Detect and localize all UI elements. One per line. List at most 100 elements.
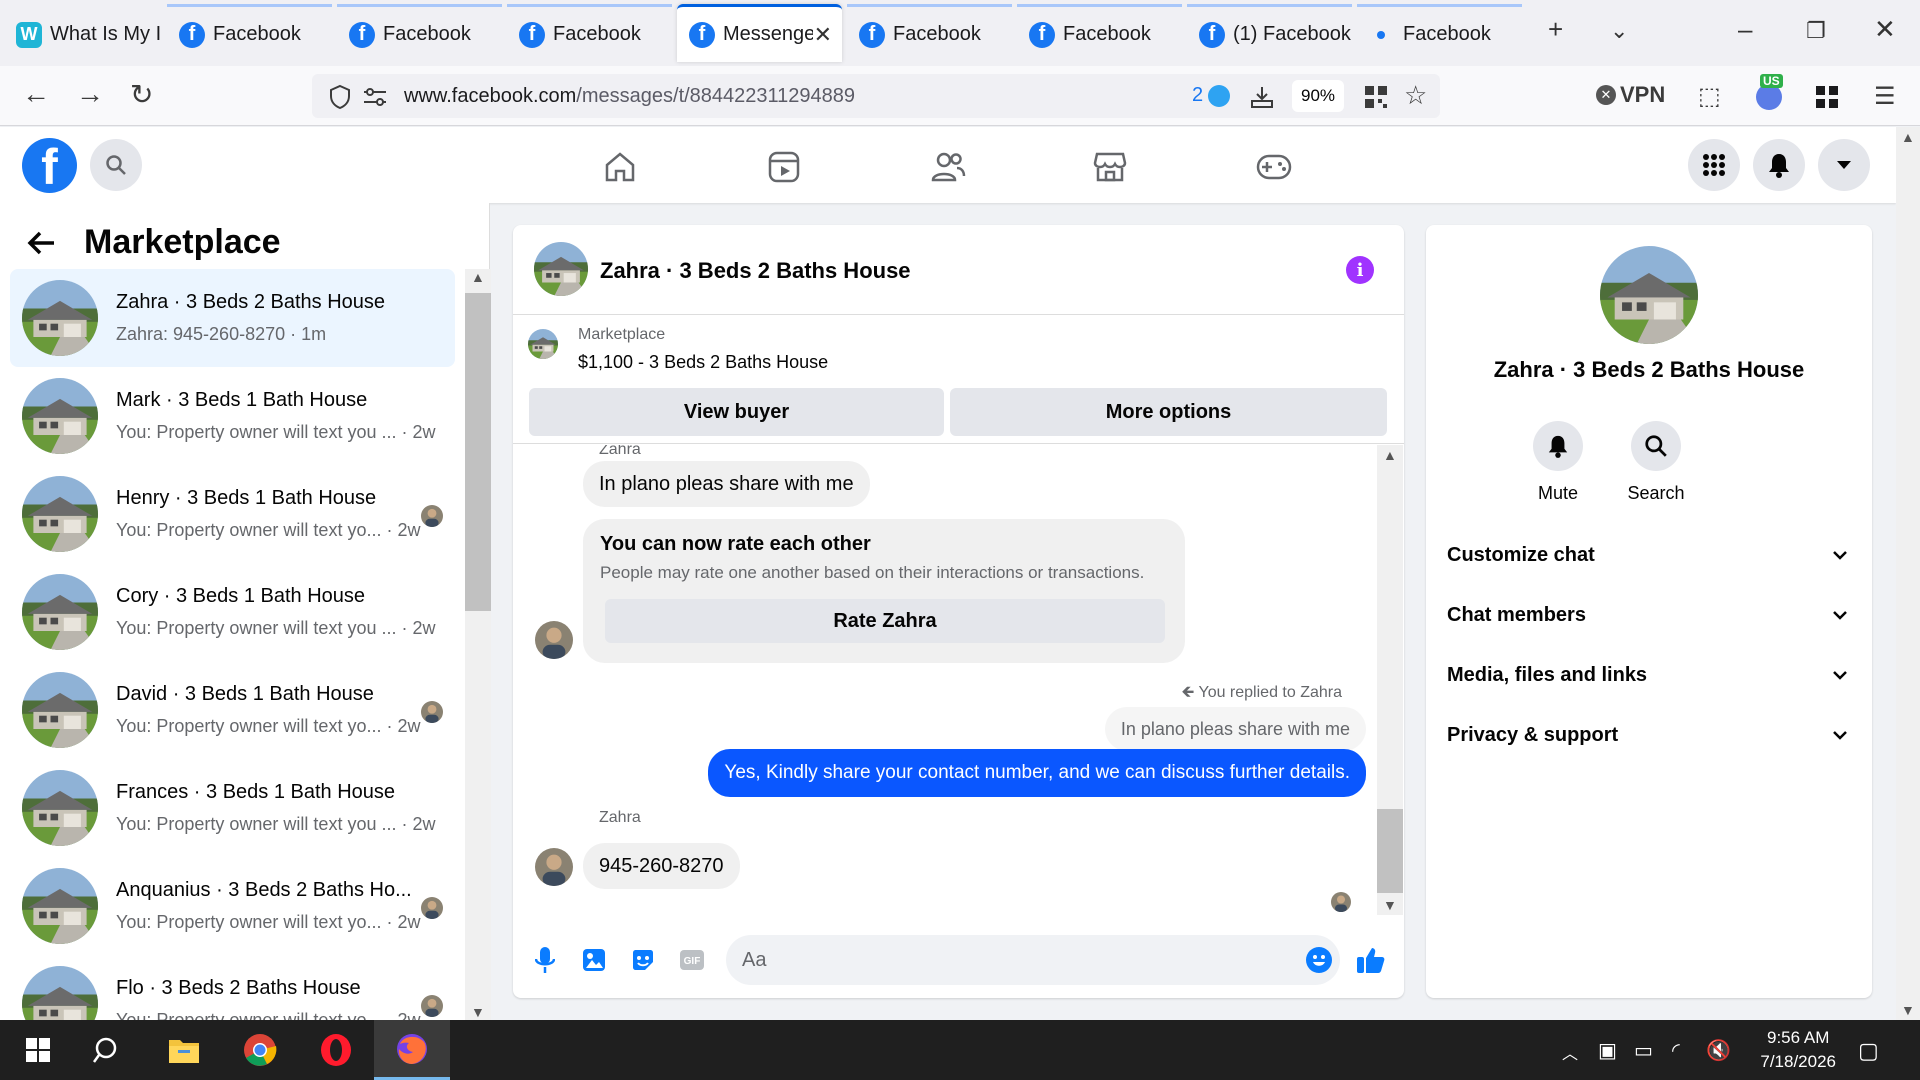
tracker-blocker-icon[interactable] (1208, 85, 1230, 107)
opera-button[interactable] (298, 1020, 374, 1080)
zoom-level-button[interactable]: 90% (1292, 80, 1344, 112)
gaming-nav-icon[interactable] (1254, 147, 1294, 187)
start-button[interactable] (0, 1020, 76, 1080)
notifications-button[interactable] (1753, 139, 1805, 191)
info-icon[interactable]: i (1346, 256, 1374, 284)
minimize-icon[interactable]: – (1738, 14, 1752, 45)
tab-list-chevron-icon[interactable]: ⌄ (1610, 18, 1628, 44)
mute-button[interactable]: Mute (1518, 421, 1598, 504)
browser-tab[interactable]: f Facebook (1017, 4, 1182, 62)
message-input[interactable] (726, 935, 1340, 985)
video-nav-icon[interactable] (764, 147, 804, 187)
page-scrollbar[interactable]: ▲ ▼ (1896, 127, 1920, 1020)
rate-button[interactable]: Rate Zahra (605, 599, 1165, 643)
close-window-icon[interactable]: ✕ (1874, 14, 1896, 45)
tray-display-icon[interactable]: ▣ (1598, 1038, 1617, 1063)
tray-chevron-up-icon[interactable]: ︿ (1562, 1040, 1578, 1064)
friends-nav-icon[interactable] (928, 147, 968, 187)
scrollbar-thumb[interactable] (465, 293, 491, 611)
browser-tab-active[interactable]: f Messenger ✕ (677, 4, 842, 62)
firefox-button[interactable] (374, 1020, 450, 1080)
system-clock[interactable]: 9:56 AM 7/18/2026 (1760, 1026, 1836, 1074)
taskbar-search-button[interactable] (70, 1020, 146, 1080)
emoji-icon[interactable] (1304, 945, 1334, 975)
quoted-message[interactable]: In plano pleas share with me (1104, 707, 1366, 751)
scroll-up-icon[interactable]: ▲ (1383, 447, 1397, 463)
search-button[interactable] (90, 139, 142, 191)
conversation-item[interactable]: David · 3 Beds 1 Bath House You: Property… (10, 661, 455, 759)
back-arrow-icon[interactable] (26, 230, 56, 256)
vpn-close-icon[interactable]: ✕ (1596, 85, 1616, 105)
chrome-button[interactable] (222, 1020, 298, 1080)
file-explorer-button[interactable] (146, 1020, 222, 1080)
bookmark-star-icon[interactable]: ☆ (1404, 80, 1427, 111)
forward-arrow-icon[interactable]: → (76, 78, 104, 110)
scroll-up-icon[interactable]: ▲ (471, 269, 485, 285)
menu-button[interactable] (1688, 139, 1740, 191)
browser-tab[interactable]: Facebook (1357, 4, 1522, 62)
scroll-down-icon[interactable]: ▼ (471, 1004, 485, 1020)
chat-header: Zahra · 3 Beds 2 Baths House i (513, 225, 1404, 315)
microphone-icon[interactable] (530, 945, 560, 975)
message-scrollbar[interactable]: ▲ ▼ (1377, 445, 1403, 915)
sticker-icon[interactable] (628, 945, 658, 975)
conversation-item[interactable]: Cory · 3 Beds 1 Bath House You: Property … (10, 563, 455, 661)
privacy-support-row[interactable]: Privacy & support (1447, 715, 1847, 755)
media-files-links-row[interactable]: Media, files and links (1447, 655, 1847, 695)
browser-tab[interactable]: f Facebook (847, 4, 1012, 62)
browser-tab[interactable]: f Facebook (167, 4, 332, 62)
conversation-item[interactable]: Flo · 3 Beds 2 Baths House You: Property … (10, 955, 455, 1020)
chat-avatar[interactable] (534, 242, 588, 296)
listing-title[interactable]: $1,100 - 3 Beds 2 Baths House (578, 352, 828, 373)
tray-volume-muted-icon[interactable]: 🔇 (1706, 1038, 1731, 1063)
download-icon[interactable] (1249, 84, 1275, 110)
chat-title[interactable]: Zahra · 3 Beds 2 Baths House (600, 258, 911, 284)
scroll-down-icon[interactable]: ▼ (1383, 897, 1397, 913)
restore-icon[interactable]: ❐ (1806, 18, 1826, 44)
home-nav-icon[interactable] (600, 147, 640, 187)
back-arrow-icon[interactable]: ← (22, 78, 50, 110)
facebook-logo-icon[interactable]: f (22, 138, 77, 193)
scrollbar-thumb[interactable] (1377, 809, 1403, 893)
photo-icon[interactable] (579, 945, 609, 975)
notification-center-icon[interactable]: ▢ (1858, 1038, 1879, 1064)
close-tab-icon[interactable]: ✕ (814, 22, 832, 48)
permissions-icon[interactable] (362, 87, 388, 107)
outgoing-message[interactable]: Yes, Kindly share your contact number, a… (708, 749, 1366, 797)
browser-tab[interactable]: f Facebook (337, 4, 502, 62)
tray-battery-icon[interactable]: ▭ (1634, 1038, 1653, 1063)
browser-tab[interactable]: W What Is My IP (4, 4, 162, 62)
vpn-label[interactable]: VPN (1620, 82, 1665, 108)
conversation-item[interactable]: Mark · 3 Beds 1 Bath House You: Property … (10, 367, 455, 465)
incoming-message[interactable]: In plano pleas share with me (583, 461, 870, 507)
extensions-icon[interactable]: ⬚ (1698, 82, 1721, 111)
apps-grid-icon[interactable] (1815, 85, 1839, 109)
incoming-message[interactable]: 945-260-8270 (583, 843, 740, 889)
qr-code-icon[interactable] (1364, 85, 1388, 109)
more-options-button[interactable]: More options (950, 388, 1387, 436)
tray-wifi-icon[interactable]: ◜ (1672, 1038, 1680, 1063)
sidebar-scrollbar[interactable]: ▲ ▼ (465, 269, 491, 1020)
reload-icon[interactable]: ↻ (130, 78, 153, 111)
marketplace-nav-icon[interactable] (1090, 147, 1130, 187)
chat-members-row[interactable]: Chat members (1447, 595, 1847, 635)
browser-tab[interactable]: f (1) Facebook (1187, 4, 1352, 62)
conversation-item[interactable]: Zahra · 3 Beds 2 Baths House Zahra: 945-2… (10, 269, 455, 367)
conversation-item[interactable]: Frances · 3 Beds 1 Bath House You: Proper… (10, 759, 455, 857)
new-tab-icon[interactable]: + (1548, 14, 1563, 45)
shield-icon[interactable] (328, 84, 352, 110)
scroll-down-icon[interactable]: ▼ (1901, 1002, 1915, 1018)
account-button[interactable] (1818, 139, 1870, 191)
view-buyer-button[interactable]: View buyer (529, 388, 944, 436)
browser-tab[interactable]: f Facebook (507, 4, 672, 62)
gif-icon[interactable]: GIF (677, 945, 707, 975)
hamburger-menu-icon[interactable]: ☰ (1874, 82, 1896, 111)
customize-chat-row[interactable]: Customize chat (1447, 535, 1847, 575)
conversation-preview: You: Property owner will text you ... · … (116, 618, 436, 638)
address-bar[interactable]: www.facebook.com/messages/t/884422311294… (312, 74, 1440, 118)
conversation-item[interactable]: Anquanius · 3 Beds 2 Baths Ho... You: Pro… (10, 857, 455, 955)
scroll-up-icon[interactable]: ▲ (1901, 129, 1915, 145)
search-in-chat-button[interactable]: Search (1616, 421, 1696, 504)
conversation-item[interactable]: Henry · 3 Beds 1 Bath House You: Property… (10, 465, 455, 563)
thumbs-up-icon[interactable] (1356, 945, 1386, 975)
